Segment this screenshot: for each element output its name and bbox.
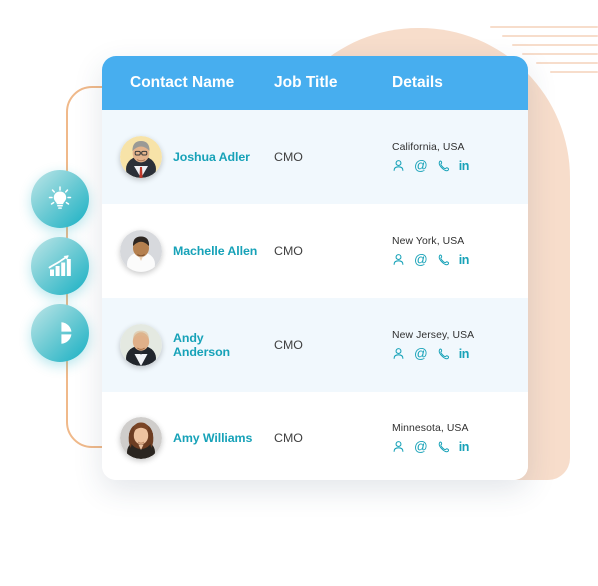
- cell-job-title: CMO: [274, 150, 303, 164]
- cell-job-title: CMO: [274, 338, 303, 352]
- linkedin-icon[interactable]: in: [459, 440, 470, 453]
- phone-icon[interactable]: [437, 253, 450, 266]
- location-label: New Jersey, USA: [392, 330, 475, 341]
- column-header-job-title: Job Title: [274, 74, 338, 91]
- cell-job-title: CMO: [274, 244, 303, 258]
- table-row[interactable]: Amy Williams CMO Minnesota, USA @ in: [102, 392, 528, 480]
- avatar-joshua-adler: [120, 136, 162, 178]
- email-icon[interactable]: @: [414, 252, 428, 266]
- avatar-amy-williams: [120, 417, 162, 459]
- linkedin-icon[interactable]: in: [459, 159, 470, 172]
- growth-chart-icon: [45, 251, 75, 281]
- contact-name-label: Amy Williams: [173, 431, 253, 445]
- email-icon[interactable]: @: [414, 439, 428, 453]
- detail-icon-row: @ in: [392, 439, 514, 453]
- column-header-details: Details: [392, 74, 443, 91]
- cell-contact-name: Joshua Adler: [102, 136, 274, 178]
- linkedin-icon[interactable]: in: [459, 253, 470, 266]
- table-row[interactable]: Joshua Adler CMO California, USA @ in: [102, 110, 528, 204]
- contact-name-label: Machelle Allen: [173, 244, 258, 258]
- rail-item-growth[interactable]: [31, 237, 89, 295]
- phone-icon[interactable]: [437, 159, 450, 172]
- phone-icon[interactable]: [437, 347, 450, 360]
- cell-details: California, USA @ in: [392, 142, 528, 172]
- person-icon[interactable]: [392, 253, 405, 266]
- detail-icon-row: @ in: [392, 252, 514, 266]
- pie-chart-icon: [45, 318, 75, 348]
- detail-icon-row: @ in: [392, 158, 514, 172]
- contact-table-card: Contact Name Job Title Details Joshua Ad…: [102, 56, 528, 480]
- table-header: Contact Name Job Title Details: [102, 56, 528, 110]
- avatar-andy-anderson: [120, 324, 162, 366]
- person-icon[interactable]: [392, 159, 405, 172]
- contact-list-illustration: Contact Name Job Title Details Joshua Ad…: [0, 0, 598, 586]
- email-icon[interactable]: @: [414, 346, 428, 360]
- cell-details: New Jersey, USA @ in: [392, 330, 528, 360]
- location-label: New York, USA: [392, 236, 465, 247]
- cell-job-title: CMO: [274, 431, 303, 445]
- email-icon[interactable]: @: [414, 158, 428, 172]
- rail-item-idea[interactable]: [31, 170, 89, 228]
- table-row[interactable]: Andy Anderson CMO New Jersey, USA @ in: [102, 298, 528, 392]
- cell-contact-name: Andy Anderson: [102, 324, 274, 366]
- cell-details: Minnesota, USA @ in: [392, 423, 528, 453]
- location-label: Minnesota, USA: [392, 423, 469, 434]
- lightbulb-icon: [45, 184, 75, 214]
- table-row[interactable]: Machelle Allen CMO New York, USA @ in: [102, 204, 528, 298]
- rail-item-analytics[interactable]: [31, 304, 89, 362]
- phone-icon[interactable]: [437, 440, 450, 453]
- column-header-contact-name: Contact Name: [130, 74, 235, 91]
- person-icon[interactable]: [392, 440, 405, 453]
- avatar-machelle-allen: [120, 230, 162, 272]
- icon-rail: [31, 170, 95, 371]
- contact-name-label: Andy Anderson: [173, 331, 231, 359]
- detail-icon-row: @ in: [392, 346, 514, 360]
- cell-details: New York, USA @ in: [392, 236, 528, 266]
- contact-name-label: Joshua Adler: [173, 150, 250, 164]
- cell-contact-name: Amy Williams: [102, 417, 274, 459]
- location-label: California, USA: [392, 142, 465, 153]
- linkedin-icon[interactable]: in: [459, 347, 470, 360]
- person-icon[interactable]: [392, 347, 405, 360]
- cell-contact-name: Machelle Allen: [102, 230, 274, 272]
